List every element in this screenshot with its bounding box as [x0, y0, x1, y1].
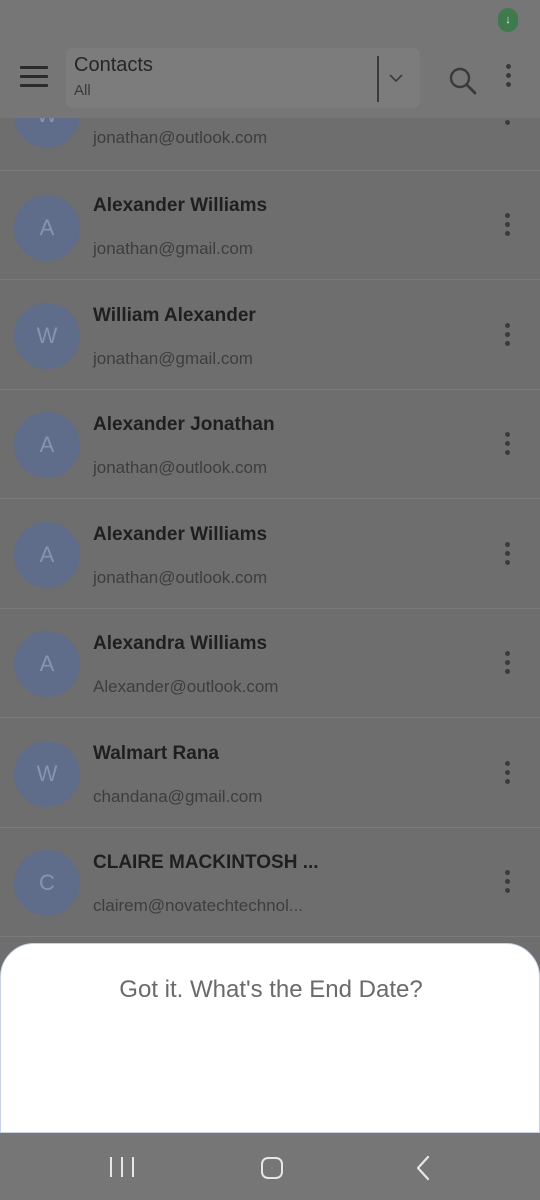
recent-apps-icon[interactable] [110, 1157, 134, 1179]
status-bar: ↓ [0, 0, 540, 40]
avatar: A [14, 195, 80, 261]
contact-row[interactable]: W Walmart Rana chandana@gmail.com [0, 719, 540, 828]
system-navigation-bar [0, 1133, 540, 1200]
app-header: Contacts All [0, 40, 540, 118]
back-icon[interactable] [413, 1155, 435, 1181]
row-more-options-icon[interactable] [500, 432, 514, 462]
contact-email: jonathan@outlook.com [93, 568, 268, 587]
avatar: C [14, 850, 80, 916]
contact-row[interactable]: A Alexander Williams jonathan@outlook.co… [0, 500, 540, 609]
contact-list: W jonathan@outlook.com A Alexander Willi… [0, 118, 540, 944]
row-more-options-icon[interactable] [500, 118, 514, 132]
avatar: W [14, 303, 80, 369]
avatar: A [14, 522, 80, 588]
contact-email: jonathan@gmail.com [93, 239, 253, 258]
contact-email: jonathan@gmail.com [93, 349, 253, 368]
contact-email: jonathan@outlook.com [93, 458, 268, 477]
dropdown-divider [377, 56, 379, 102]
assistant-prompt: Got it. What's the End Date? [119, 976, 423, 1003]
contact-email: chandana@gmail.com [93, 787, 263, 806]
contact-row[interactable]: A Alexander Williams jonathan@gmail.com [0, 171, 540, 280]
row-more-options-icon[interactable] [500, 651, 514, 681]
avatar: W [14, 118, 80, 148]
contact-name: CLAIRE MACKINTOSH ... [93, 852, 319, 873]
hamburger-menu-icon[interactable] [20, 66, 48, 88]
row-more-options-icon[interactable] [500, 870, 514, 900]
contact-email: Alexander@outlook.com [93, 677, 279, 696]
contact-name: Walmart Rana [93, 743, 219, 764]
contact-email: jonathan@outlook.com [93, 128, 268, 147]
avatar: W [14, 741, 80, 807]
row-more-options-icon[interactable] [500, 542, 514, 572]
page-title: Contacts [74, 54, 153, 76]
avatar: A [14, 631, 80, 697]
download-indicator-icon: ↓ [498, 8, 518, 32]
search-icon[interactable] [448, 66, 478, 96]
chevron-down-icon [389, 74, 403, 83]
contacts-filter-dropdown[interactable]: Contacts All [66, 48, 420, 108]
contact-name: Alexandra Williams [93, 633, 268, 654]
contact-name: Alexander Williams [93, 524, 268, 545]
row-more-options-icon[interactable] [500, 761, 514, 791]
contact-name: William Alexander [93, 305, 256, 326]
assistant-bottom-sheet: Got it. What's the End Date? [0, 943, 540, 1133]
contact-row[interactable]: W jonathan@outlook.com [0, 118, 540, 171]
contact-row[interactable]: A Alexander Jonathan jonathan@outlook.co… [0, 390, 540, 499]
contact-row[interactable]: C CLAIRE MACKINTOSH ... clairem@novatech… [0, 828, 540, 937]
contact-name: Alexander Williams [93, 195, 268, 216]
home-icon[interactable] [261, 1157, 283, 1179]
row-more-options-icon[interactable] [500, 213, 514, 243]
contact-row[interactable]: A Alexandra Williams Alexander@outlook.c… [0, 609, 540, 718]
contact-row[interactable]: W William Alexander jonathan@gmail.com [0, 281, 540, 390]
filter-value: All [74, 82, 91, 99]
contact-name: Alexander Jonathan [93, 414, 275, 435]
avatar: A [14, 412, 80, 478]
more-options-icon[interactable] [500, 64, 516, 94]
row-more-options-icon[interactable] [500, 323, 514, 353]
contact-email: clairem@novatechtechnol... [93, 896, 304, 915]
